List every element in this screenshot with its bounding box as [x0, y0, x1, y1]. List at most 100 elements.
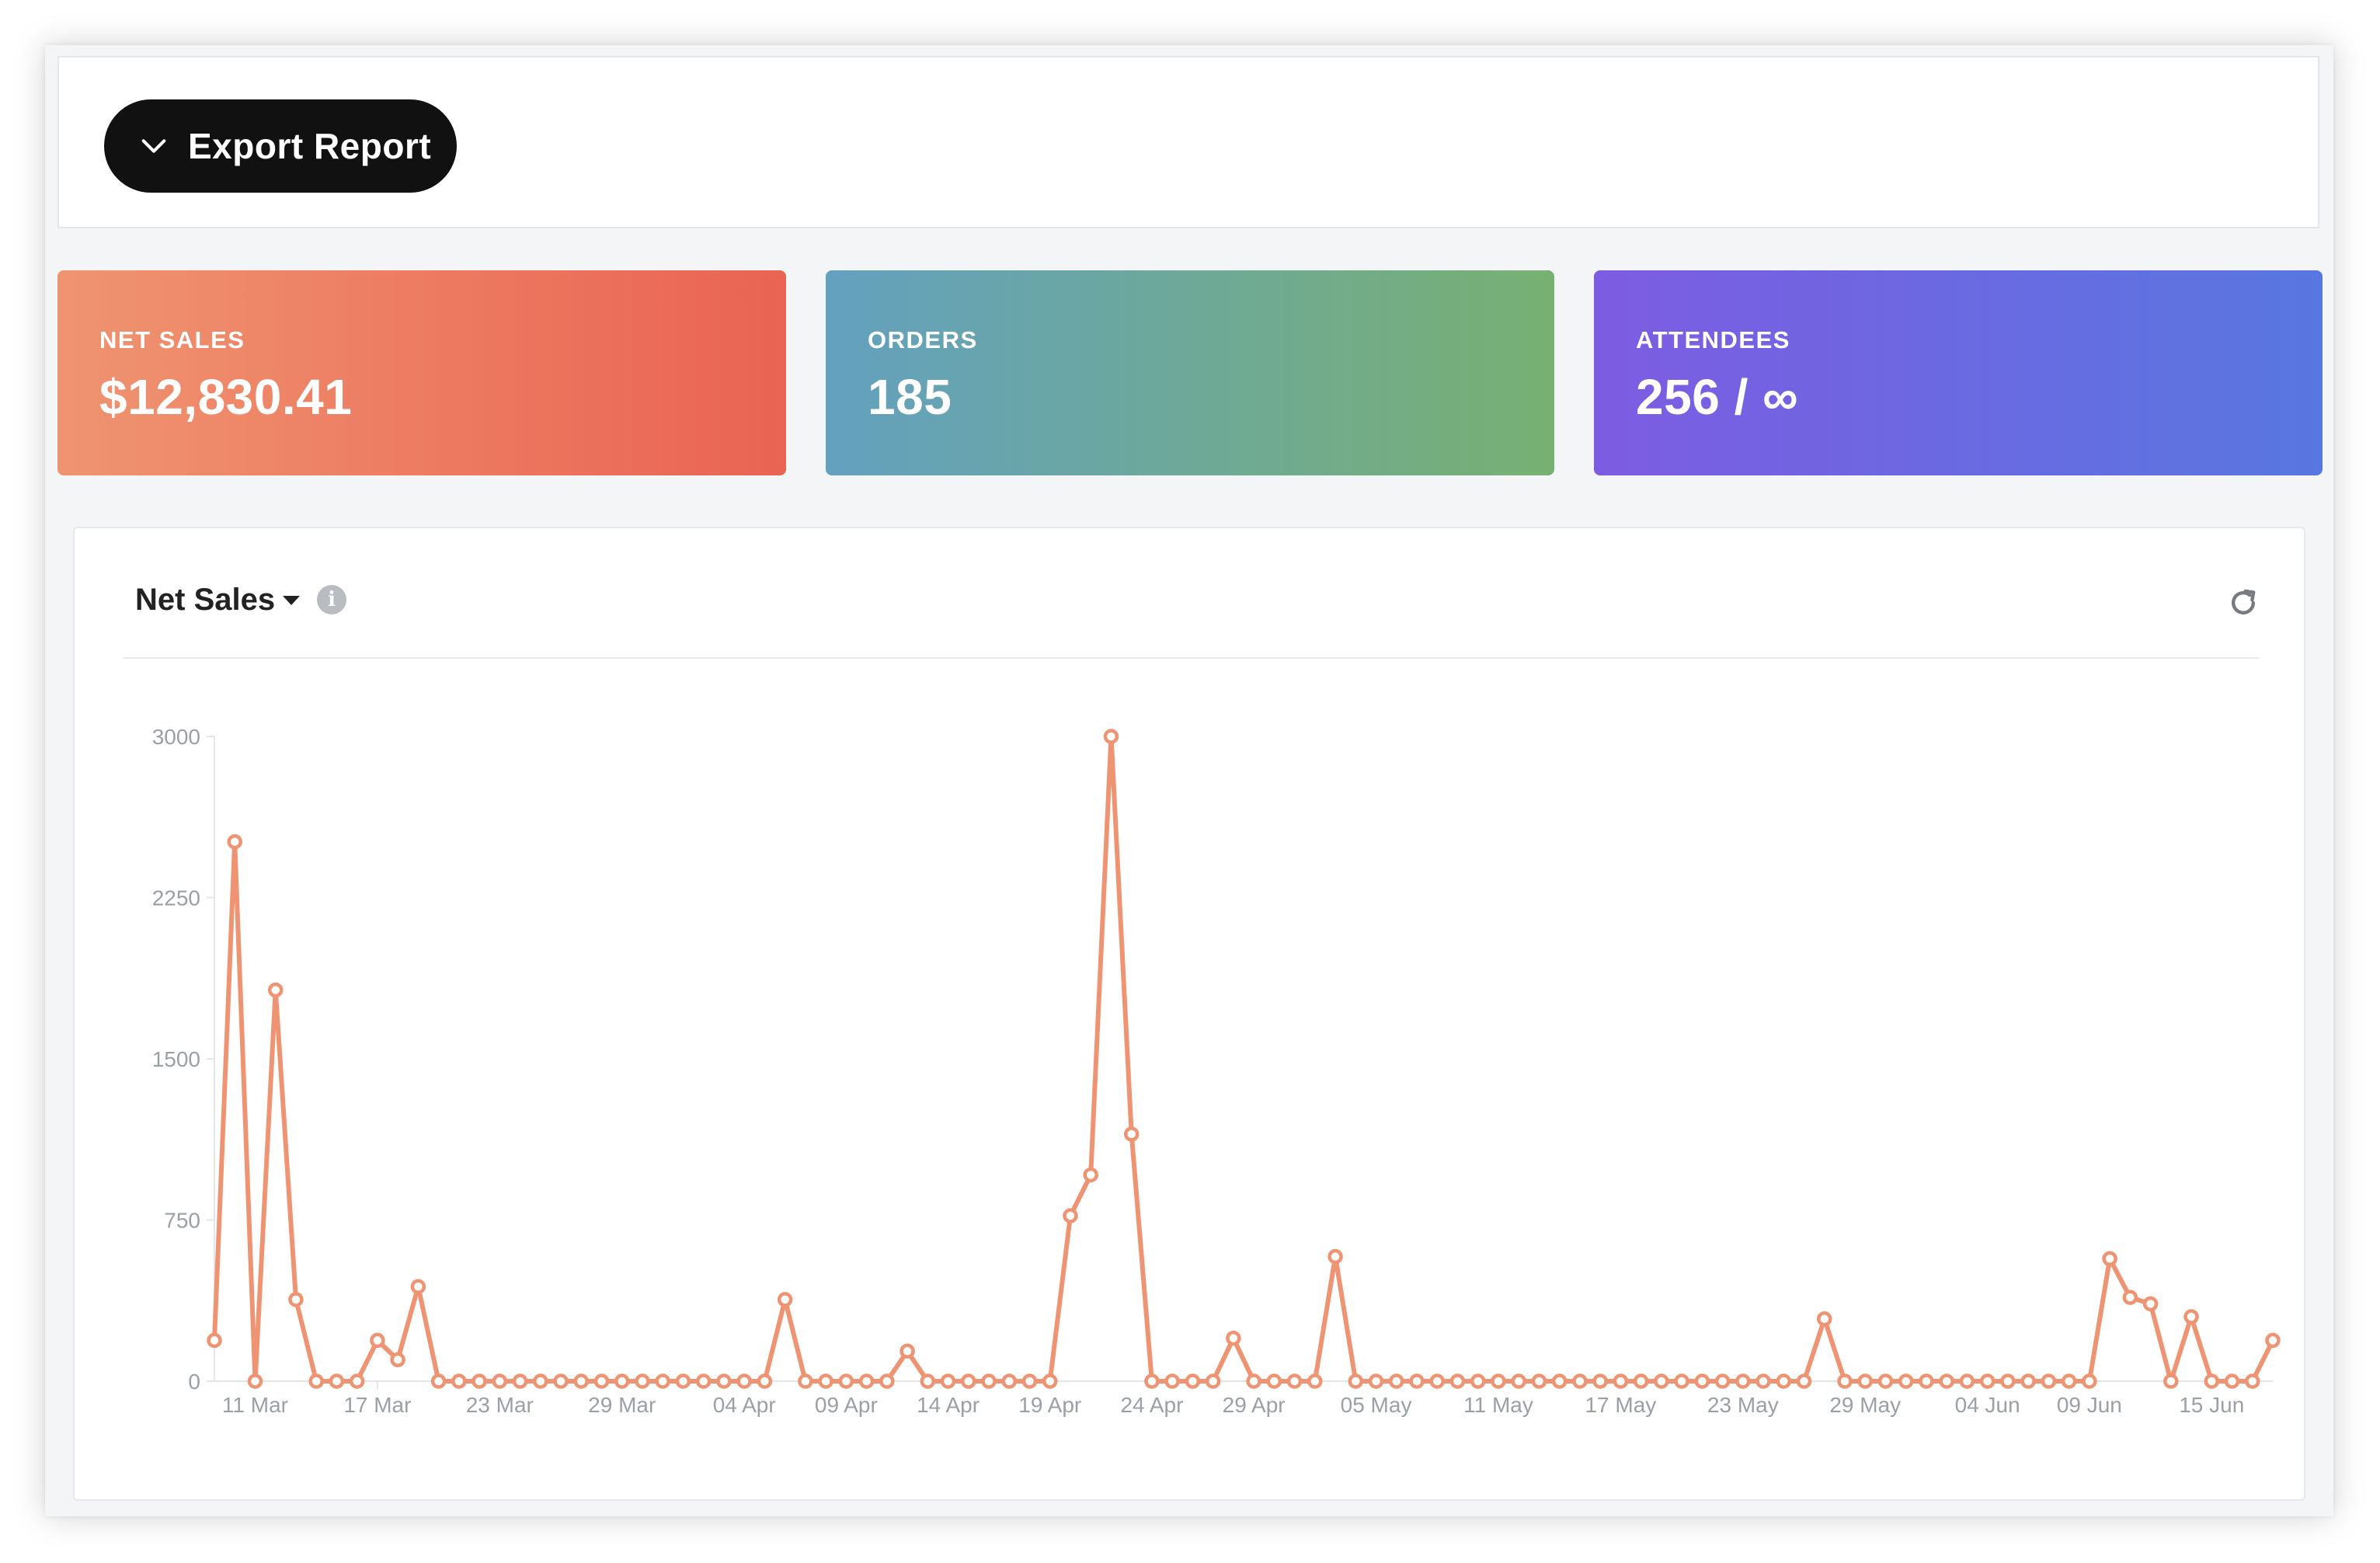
data-point — [227, 834, 242, 850]
data-point — [2020, 1373, 2036, 1389]
data-point — [288, 1292, 304, 1307]
data-point — [1979, 1373, 1996, 1389]
data-point — [920, 1373, 936, 1389]
data-point — [1694, 1373, 1710, 1389]
data-point — [2142, 1296, 2159, 1312]
data-point — [2102, 1251, 2117, 1267]
x-tick-label: 29 Apr — [1223, 1393, 1286, 1417]
x-tick-label: 23 Mar — [466, 1393, 534, 1417]
data-point — [1919, 1373, 1934, 1389]
y-tick-label: 3000 — [152, 725, 200, 749]
x-tick-label: 11 May — [1463, 1393, 1533, 1417]
data-point — [635, 1373, 650, 1389]
data-point — [736, 1373, 752, 1389]
data-point — [1898, 1373, 1914, 1389]
data-point — [471, 1373, 487, 1389]
data-point — [2041, 1373, 2057, 1389]
data-point — [1286, 1373, 1303, 1389]
data-point — [1327, 1248, 1343, 1265]
data-point — [512, 1373, 528, 1389]
x-tick-label: 05 May — [1341, 1393, 1412, 1417]
data-point — [1042, 1373, 1058, 1389]
data-point — [1654, 1373, 1669, 1389]
x-tick-label: 14 Apr — [917, 1393, 979, 1417]
y-tick-label: 0 — [188, 1370, 200, 1394]
data-point — [329, 1373, 345, 1389]
data-point — [593, 1373, 610, 1389]
data-point — [899, 1343, 915, 1359]
data-point — [1063, 1208, 1078, 1224]
x-tick-label: 09 Apr — [815, 1393, 878, 1417]
data-point — [1796, 1373, 1812, 1389]
data-point — [207, 1332, 222, 1349]
data-point — [777, 1292, 793, 1307]
data-point — [655, 1373, 670, 1389]
top-toolbar: Export Report — [57, 56, 2319, 228]
data-point — [1226, 1330, 1241, 1346]
x-tick-label: 29 May — [1829, 1393, 1901, 1417]
data-point — [1389, 1373, 1404, 1389]
data-point — [2000, 1373, 2016, 1389]
data-point — [879, 1373, 895, 1389]
x-tick-label: 11 Mar — [222, 1393, 288, 1417]
data-point — [1817, 1311, 1832, 1327]
app-frame: Export Report NET SALES $12,830.41 ORDER… — [45, 45, 2333, 1516]
data-point — [533, 1373, 548, 1389]
data-point — [1021, 1373, 1038, 1389]
data-point — [1083, 1167, 1098, 1183]
data-point — [1776, 1373, 1792, 1389]
data-point — [2061, 1373, 2077, 1389]
export-report-button[interactable]: Export Report — [104, 99, 457, 193]
attendees-label: ATTENDEES — [1636, 326, 1790, 353]
data-point — [1449, 1373, 1466, 1389]
x-tick-label: 04 Jun — [1955, 1393, 2020, 1417]
data-point — [1123, 1126, 1140, 1142]
data-point — [1613, 1373, 1629, 1389]
data-point — [940, 1373, 956, 1389]
chevron-down-icon — [141, 139, 166, 153]
data-point — [818, 1373, 833, 1389]
data-point — [2224, 1373, 2240, 1389]
data-point — [838, 1373, 854, 1389]
data-point — [798, 1373, 813, 1389]
data-point — [1001, 1373, 1018, 1389]
data-point — [1246, 1373, 1261, 1389]
data-point — [2245, 1373, 2260, 1389]
data-point — [1205, 1373, 1221, 1389]
data-point — [267, 982, 284, 998]
data-point — [1409, 1373, 1425, 1389]
data-point — [349, 1373, 365, 1389]
data-point — [1348, 1373, 1364, 1389]
orders-label: ORDERS — [868, 326, 978, 353]
data-point — [1877, 1373, 1894, 1389]
x-tick-label: 23 May — [1707, 1393, 1779, 1417]
export-report-label: Export Report — [188, 126, 432, 166]
attendees-value: 256 / ∞ — [1636, 369, 1799, 425]
data-point — [451, 1373, 467, 1389]
data-point — [1266, 1373, 1282, 1389]
data-point — [573, 1373, 590, 1389]
data-point — [2163, 1373, 2179, 1389]
data-point — [1633, 1373, 1649, 1389]
attendees-card: ATTENDEES 256 / ∞ — [1594, 270, 2323, 475]
orders-card: ORDERS 185 — [826, 270, 1554, 475]
data-point — [1307, 1373, 1323, 1389]
data-point — [1491, 1373, 1506, 1389]
data-point — [492, 1373, 508, 1389]
net-sales-card: NET SALES $12,830.41 — [57, 270, 786, 475]
x-tick-label: 17 May — [1585, 1393, 1656, 1417]
data-point — [675, 1373, 691, 1389]
data-point — [2204, 1373, 2220, 1389]
data-point — [961, 1373, 976, 1389]
data-point — [858, 1373, 875, 1389]
data-point — [1572, 1373, 1588, 1389]
net-sales-line-chart: 0 750 1500 2250 3000 11 Mar 17 Mar 23 Mar 29 Mar… — [152, 725, 2281, 1417]
data-point — [1429, 1373, 1446, 1389]
data-point — [1837, 1373, 1853, 1389]
y-tick-label: 750 — [164, 1209, 200, 1233]
data-point — [981, 1373, 997, 1389]
data-point — [390, 1352, 405, 1368]
data-point — [1103, 729, 1119, 744]
orders-value: 185 — [868, 369, 952, 425]
data-point — [2082, 1373, 2097, 1389]
